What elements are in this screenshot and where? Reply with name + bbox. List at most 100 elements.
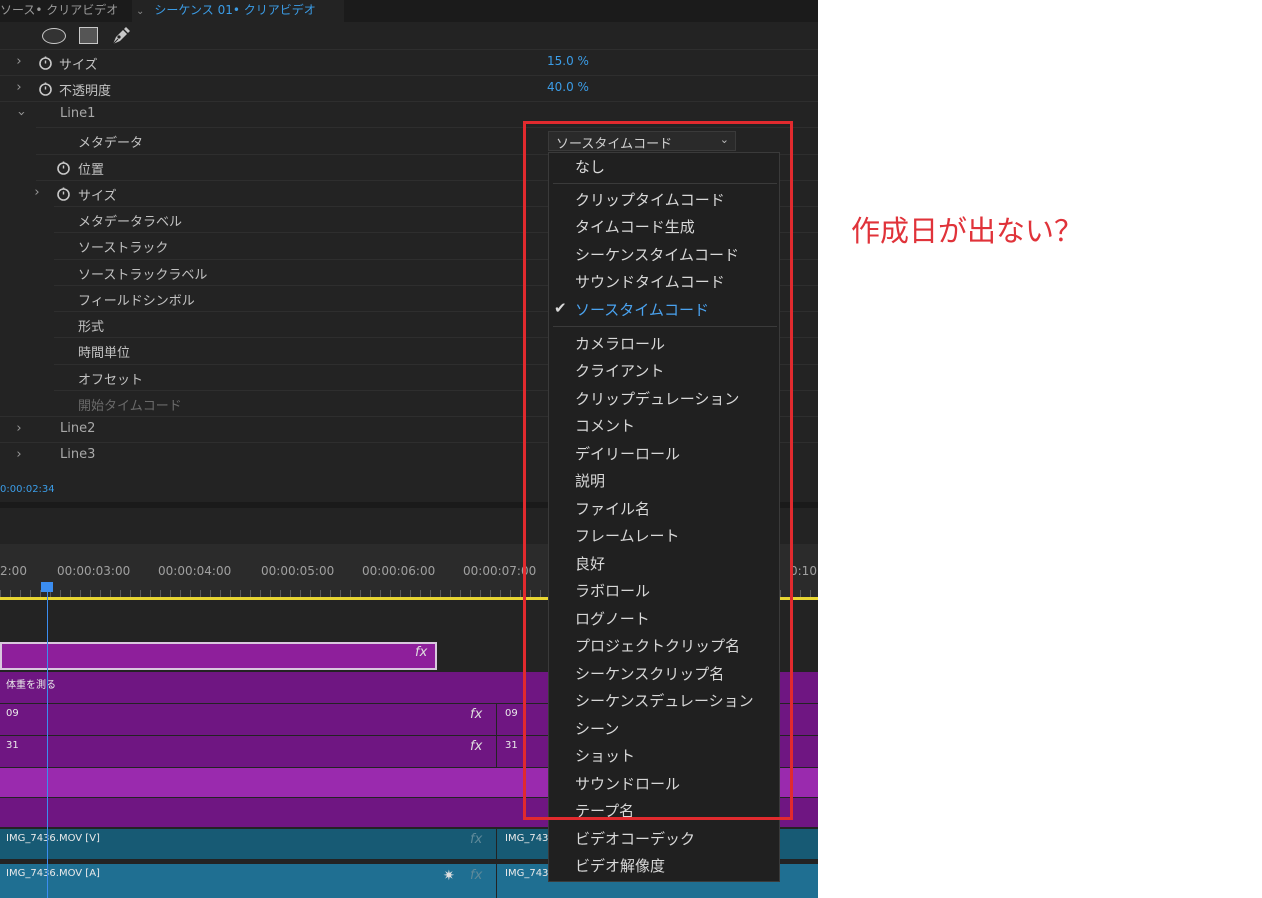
line1-label: Line1	[60, 106, 96, 121]
tab-sequence-clip[interactable]: ⌄ シーケンス 01• クリアビデオ	[132, 0, 344, 22]
video-clip[interactable]: IMG_7436.MOV [V] fx	[0, 829, 496, 859]
menu-item-label: クライアント	[575, 362, 665, 380]
current-timecode[interactable]: 0:00:02:34	[0, 484, 55, 495]
star-icon: ✷	[443, 868, 455, 884]
stopwatch-icon[interactable]	[56, 186, 71, 201]
mask-tools	[0, 24, 818, 48]
menu-item[interactable]: ビデオ解像度	[549, 852, 779, 878]
menu-item[interactable]: 良好	[549, 550, 779, 576]
prop-row-line1[interactable]: › Line1	[0, 101, 818, 127]
fx-icon: fx	[415, 645, 428, 660]
stopwatch-icon[interactable]	[56, 160, 71, 175]
menu-item-label: 説明	[575, 472, 606, 490]
menu-item[interactable]: シーケンスクリップ名	[549, 660, 779, 686]
menu-item[interactable]: デイリーロール	[549, 440, 779, 466]
chevron-right-icon[interactable]: ›	[13, 54, 25, 69]
menu-item[interactable]: シーン	[549, 715, 779, 741]
menu-item-selected[interactable]: ✔ ソースタイムコード	[549, 296, 779, 322]
menu-item-label: テープ名	[575, 802, 635, 820]
menu-item-label: ファイル名	[575, 500, 651, 518]
menu-item-label: シーケンスデュレーション	[575, 692, 754, 710]
menu-item[interactable]: ログノート	[549, 605, 779, 631]
menu-item-label: なし	[575, 158, 606, 176]
menu-item-label: コメント	[575, 417, 636, 435]
menu-item[interactable]: なし	[549, 153, 779, 179]
ruler-tick-label: 00:00:04:00	[158, 564, 232, 578]
menu-item[interactable]: ショット	[549, 742, 779, 768]
metadata-dropdown-menu: なし クリップタイムコード タイムコード生成 シーケンスタイムコード サウンドタ…	[548, 152, 780, 882]
chevron-right-icon[interactable]: ›	[13, 421, 25, 436]
fx-icon: fx	[470, 707, 483, 722]
tab-source-clip[interactable]: ソース• クリアビデオ	[0, 0, 130, 22]
fx-icon: fx	[470, 868, 483, 883]
menu-item[interactable]: シーケンスタイムコード	[549, 241, 779, 267]
chevron-right-icon[interactable]: ›	[13, 447, 25, 462]
menu-item[interactable]: ファイル名	[549, 495, 779, 521]
stopwatch-icon[interactable]	[38, 81, 53, 96]
menu-separator	[553, 326, 777, 327]
tab-bar: ソース• クリアビデオ ⌄ シーケンス 01• クリアビデオ	[0, 0, 818, 22]
ruler-tick-label: 0:10	[790, 564, 817, 578]
menu-item-label: シーケンスタイムコード	[575, 246, 739, 264]
position-label: 位置	[78, 163, 105, 178]
menu-item-label: カメラロール	[575, 335, 666, 353]
playhead-line[interactable]	[47, 590, 48, 898]
chevron-down-icon[interactable]: ›	[14, 108, 29, 120]
menu-item[interactable]: サウンドタイムコード	[549, 268, 779, 294]
menu-item[interactable]: クリップデュレーション	[549, 385, 779, 411]
track-clip[interactable]: 09 fx	[0, 704, 496, 735]
clip-name: 31	[6, 740, 19, 751]
menu-item-label: シーケンスクリップ名	[575, 665, 725, 683]
ruler-tick-label: 00:00:05:00	[261, 564, 335, 578]
menu-item-label: クリップデュレーション	[575, 390, 740, 408]
opacity-value[interactable]: 40.0 %	[547, 80, 589, 94]
chevron-down-icon: ⌄	[136, 6, 145, 17]
menu-item[interactable]: タイムコード生成	[549, 213, 779, 239]
time-unit-label: 時間単位	[78, 346, 131, 361]
menu-item[interactable]: カメラロール	[549, 330, 779, 356]
menu-item-label: フレームレート	[575, 527, 680, 545]
audio-clip[interactable]: IMG_7436.MOV [A] ✷ fx	[0, 864, 496, 898]
size-value[interactable]: 15.0 %	[547, 54, 589, 68]
menu-item[interactable]: プロジェクトクリップ名	[549, 632, 779, 658]
annotation-text: 作成日が出ない？	[851, 214, 1084, 248]
prop-row-size: › サイズ 15.0 %	[0, 49, 818, 75]
menu-item-label: 良好	[575, 555, 606, 573]
menu-item[interactable]: テープ名	[549, 797, 779, 823]
chevron-right-icon[interactable]: ›	[13, 80, 25, 95]
metadata-select[interactable]: ソースタイムコード ⌄	[548, 131, 736, 152]
metadata-select-value: ソースタイムコード	[556, 137, 673, 152]
menu-item-label: クリップタイムコード	[575, 191, 725, 209]
chevron-down-icon: ⌄	[719, 133, 729, 146]
menu-item-label: ビデオ解像度	[575, 857, 666, 875]
ruler-tick-label: 00:00:07:00	[463, 564, 537, 578]
clip-name: 31	[505, 740, 518, 751]
track-clip[interactable]: 31 fx	[0, 736, 496, 767]
clip-name: IMG_7436.MOV [A]	[6, 868, 100, 879]
menu-item[interactable]: サウンドロール	[549, 770, 779, 796]
clip-name: 体重を測る	[6, 680, 56, 691]
menu-item[interactable]: 説明	[549, 467, 779, 493]
menu-item-label: サウンドタイムコード	[575, 273, 725, 291]
pen-tool-icon[interactable]	[110, 25, 132, 47]
ellipse-mask-icon[interactable]	[42, 28, 66, 44]
menu-item[interactable]: ラボロール	[549, 577, 779, 603]
menu-item[interactable]: クライアント	[549, 357, 779, 383]
menu-item[interactable]: クリップタイムコード	[549, 186, 779, 212]
graphic-clip[interactable]: fx	[0, 642, 437, 670]
clip-name: IMG_7436.MOV [V]	[6, 833, 100, 844]
menu-item[interactable]: ビデオコーデック	[549, 825, 779, 851]
stopwatch-icon[interactable]	[38, 55, 53, 70]
menu-item[interactable]: フレームレート	[549, 522, 779, 548]
format-label: 形式	[78, 320, 105, 335]
tab-sequence-label: シーケンス 01• クリアビデオ	[154, 3, 316, 17]
menu-item[interactable]: コメント	[549, 412, 779, 438]
fx-icon: fx	[470, 739, 483, 754]
chevron-right-icon[interactable]: ›	[31, 185, 43, 200]
clip-name: IMG_743	[505, 868, 549, 879]
clip-name: 09	[6, 708, 19, 719]
menu-item-label: シーン	[575, 720, 620, 738]
size2-label: サイズ	[78, 189, 117, 204]
rectangle-mask-icon[interactable]	[79, 27, 98, 44]
menu-item[interactable]: シーケンスデュレーション	[549, 687, 779, 713]
